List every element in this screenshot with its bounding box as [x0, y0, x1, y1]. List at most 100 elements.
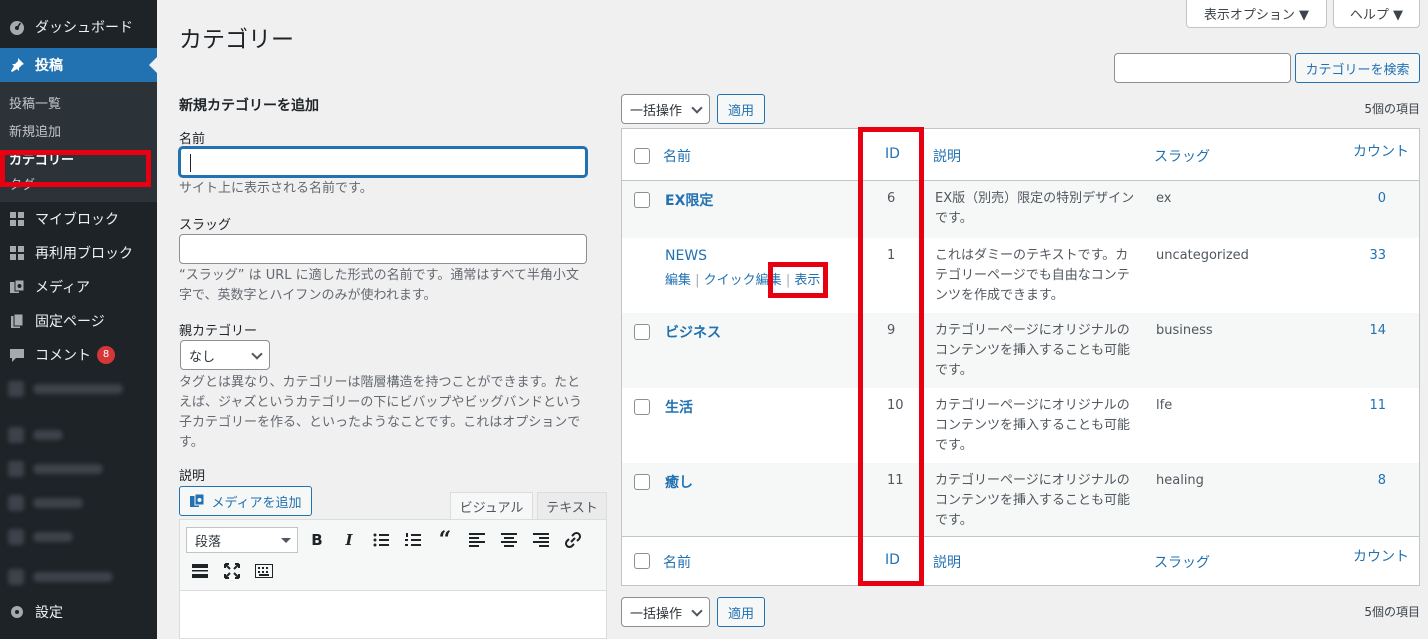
table-row: NEWS 編集 | クイック編集 | 表示 1 これはダミーのテキストです。カテ… — [622, 238, 1419, 313]
category-description: カテゴリーページにオリジナルの コンテンツを挿入することも可能 です。 — [935, 473, 1131, 528]
submenu-all-posts[interactable]: 投稿一覧 — [0, 88, 157, 116]
select-all-checkbox-footer[interactable] — [634, 553, 650, 569]
menu-comments[interactable]: コメント 8 — [0, 338, 157, 372]
add-media-button[interactable]: メディアを追加 — [179, 486, 312, 516]
column-header-slug[interactable]: スラッグ — [1154, 146, 1210, 166]
parent-category-value: なし — [189, 349, 216, 365]
category-name-link[interactable]: 生活 — [665, 397, 693, 417]
menu-settings[interactable]: 設定 — [0, 600, 157, 624]
menu-dashboard[interactable]: ダッシュボード — [0, 10, 157, 44]
text-caret — [190, 154, 191, 172]
row-checkbox[interactable] — [634, 192, 650, 208]
category-slug: lfe — [1156, 398, 1173, 413]
name-label: 名前 — [179, 132, 206, 147]
row-checkbox[interactable] — [634, 474, 650, 490]
parent-category-select[interactable]: なし — [180, 340, 270, 370]
tab-text[interactable]: テキスト — [537, 492, 607, 520]
settings-icon — [8, 603, 26, 621]
fullscreen-icon[interactable] — [221, 560, 243, 582]
category-name-link[interactable]: 癒し — [665, 472, 693, 492]
menu-myblocks-label: マイブロック — [35, 212, 119, 228]
caret-down-icon — [281, 538, 291, 548]
bold-icon[interactable]: B — [306, 529, 328, 551]
blurred-menu-item — [0, 452, 157, 486]
category-search-input[interactable] — [1114, 53, 1291, 83]
slug-input[interactable] — [179, 234, 587, 264]
chevron-down-icon — [251, 348, 263, 360]
parent-hint-line-4: す。 — [179, 435, 204, 450]
italic-icon[interactable]: I — [338, 529, 360, 551]
categories-table: 名前 ID 説明 スラッグ カウント EX限定 6 EX版（別売）限定の特別デザ… — [621, 128, 1420, 586]
align-right-icon[interactable] — [530, 529, 552, 551]
grid-icon — [8, 244, 26, 262]
category-count-link[interactable]: 8 — [1378, 473, 1386, 488]
row-checkbox[interactable] — [634, 324, 650, 340]
menu-settings-label: 設定 — [35, 605, 63, 621]
highlight-categories-submenu — [0, 150, 151, 187]
table-footer-row: 名前 ID 説明 スラッグ カウント — [622, 537, 1419, 585]
bulk-action-select-top[interactable]: 一括操作 — [621, 94, 710, 124]
grid-icon — [8, 210, 26, 228]
column-header-name[interactable]: 名前 — [663, 146, 691, 166]
submenu-add-new[interactable]: 新規追加 — [0, 116, 157, 144]
bulk-action-select-bottom[interactable]: 一括操作 — [621, 597, 710, 627]
edit-link[interactable]: 編集 — [665, 273, 691, 288]
align-center-icon[interactable] — [498, 529, 520, 551]
parent-hint-line-2: えば、ジャズというカテゴリーの下にビバップやビッグバンドという — [179, 395, 583, 410]
search-categories-button[interactable]: カテゴリーを検索 — [1295, 53, 1420, 83]
apply-button-top[interactable]: 適用 — [717, 94, 765, 124]
add-category-heading: 新規カテゴリーを追加 — [179, 98, 319, 114]
category-count-link[interactable]: 0 — [1378, 191, 1386, 206]
category-count-link[interactable]: 14 — [1369, 323, 1386, 338]
table-row: 癒し 11 カテゴリーページにオリジナルの コンテンツを挿入することも可能 です。 … — [622, 463, 1419, 537]
keyboard-icon[interactable] — [253, 560, 275, 582]
category-name-link[interactable]: ビジネス — [665, 322, 721, 342]
name-input[interactable] — [179, 147, 587, 177]
bullet-list-icon[interactable] — [370, 529, 392, 551]
description-editor[interactable] — [179, 591, 607, 639]
column-footer-slug[interactable]: スラッグ — [1154, 552, 1210, 572]
select-all-checkbox[interactable] — [634, 148, 650, 164]
apply-button-bottom[interactable]: 適用 — [717, 597, 765, 627]
category-name-link[interactable]: EX限定 — [665, 190, 713, 210]
menu-pages[interactable]: 固定ページ — [0, 304, 157, 338]
blurred-menu-item — [0, 372, 157, 406]
category-name-link[interactable]: NEWS — [665, 248, 707, 264]
table-row: 生活 10 カテゴリーページにオリジナルの コンテンツを挿入することも可能 です。 … — [622, 388, 1419, 463]
comments-count-badge: 8 — [97, 346, 115, 364]
align-left-icon[interactable] — [466, 529, 488, 551]
items-count-bottom: 5個の項目 — [1364, 605, 1420, 619]
admin-sidebar: ダッシュボード 投稿 投稿一覧 新規追加 カテゴリー タグ マイブロック 再利用… — [0, 0, 157, 639]
menu-reusable-blocks-label: 再利用ブロック — [35, 246, 133, 262]
screen-options-button[interactable]: 表示オプション ▼ — [1186, 0, 1327, 28]
link-icon[interactable] — [562, 529, 584, 551]
numbered-list-icon[interactable] — [402, 529, 424, 551]
menu-reusable-blocks[interactable]: 再利用ブロック — [0, 236, 157, 270]
category-count-link[interactable]: 33 — [1369, 248, 1386, 263]
category-count-link[interactable]: 11 — [1369, 398, 1386, 413]
menu-media[interactable]: メディア — [0, 270, 157, 304]
format-select[interactable]: 段落 — [186, 527, 298, 553]
blurred-menu-item — [0, 520, 157, 554]
column-header-description[interactable]: 説明 — [933, 146, 961, 166]
help-button[interactable]: ヘルプ ▼ — [1333, 0, 1420, 28]
menu-posts[interactable]: 投稿 — [0, 48, 157, 82]
menu-myblocks[interactable]: マイブロック — [0, 202, 157, 236]
row-checkbox[interactable] — [634, 399, 650, 415]
blockquote-icon[interactable]: “ — [434, 527, 456, 553]
highlight-view-link — [768, 262, 828, 298]
column-header-count[interactable]: カウント — [1353, 141, 1409, 161]
column-footer-count[interactable]: カウント — [1353, 546, 1409, 566]
blurred-menu-item — [0, 418, 157, 452]
category-slug: uncategorized — [1156, 248, 1249, 263]
bulk-action-value: 一括操作 — [630, 606, 683, 622]
column-footer-description[interactable]: 説明 — [933, 552, 961, 572]
menu-pages-label: 固定ページ — [35, 314, 105, 330]
table-row: EX限定 6 EX版（別売）限定の特別デザイン です。 ex 0 — [622, 181, 1419, 238]
menu-posts-label: 投稿 — [35, 58, 63, 74]
category-slug: business — [1156, 323, 1213, 338]
column-footer-name[interactable]: 名前 — [663, 552, 691, 572]
read-more-icon[interactable] — [189, 560, 211, 582]
bulk-action-value: 一括操作 — [630, 103, 683, 119]
tab-visual[interactable]: ビジュアル — [450, 492, 533, 520]
